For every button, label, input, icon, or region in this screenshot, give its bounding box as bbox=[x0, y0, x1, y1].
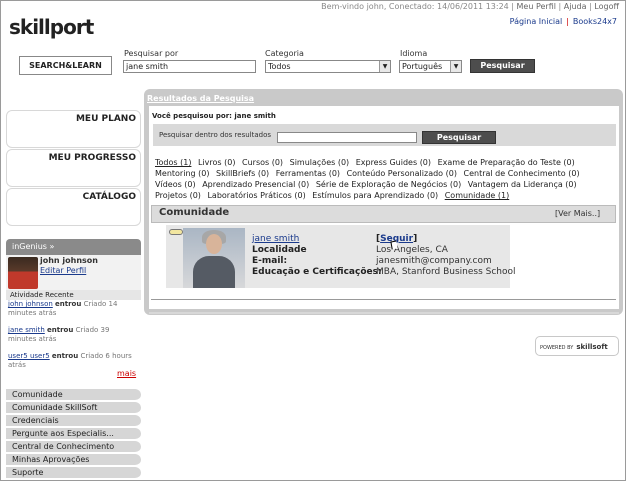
nav-comunidade[interactable]: Comunidade bbox=[6, 389, 141, 401]
filter-aprendizado: Aprendizado Presencial (0) bbox=[202, 180, 310, 189]
profile-box: john johnson Editar Perfil bbox=[6, 255, 141, 290]
divider bbox=[151, 299, 616, 300]
divider bbox=[149, 312, 619, 314]
menu-meu-progresso[interactable]: MEU PROGRESSO bbox=[6, 149, 141, 187]
category-label: Categoria bbox=[265, 49, 304, 58]
status-toggle-icon[interactable] bbox=[169, 229, 183, 235]
search-button[interactable]: Pesquisar bbox=[470, 59, 535, 73]
education-value: MBA, Stanford Business School bbox=[376, 267, 516, 277]
filter-express-guides: Express Guides (0) bbox=[355, 158, 432, 167]
filter-comunidade[interactable]: Comunidade (1) bbox=[445, 191, 510, 200]
nav-minhas-aprovacoes[interactable]: Minhas Aprovações bbox=[6, 454, 141, 466]
filter-skillbriefs: SkillBriefs (0) bbox=[216, 169, 270, 178]
link-meu-perfil[interactable]: Meu Perfil bbox=[517, 2, 556, 11]
link-logoff[interactable]: Logoff bbox=[594, 2, 619, 11]
education-label: Educação e Certificações: bbox=[252, 267, 382, 277]
search-label: Pesquisar por bbox=[124, 49, 179, 58]
search-input[interactable]: jane smith bbox=[123, 60, 256, 73]
filter-livros: Livros (0) bbox=[197, 158, 236, 167]
person-name-link[interactable]: jane smith bbox=[252, 234, 299, 244]
language-label: Idioma bbox=[400, 49, 428, 58]
mouse-cursor-icon bbox=[390, 240, 398, 250]
search-within-label: Pesquisar dentro dos resultados bbox=[159, 131, 272, 139]
filter-mentoring: Mentoring (0) bbox=[155, 169, 210, 178]
activity-user-link[interactable]: john johnson bbox=[8, 300, 53, 308]
nav-central-conhecimento[interactable]: Central de Conhecimento bbox=[6, 441, 141, 453]
searched-for-text: Você pesquisou por: jane smith bbox=[152, 112, 276, 120]
email-label: E-mail: bbox=[252, 256, 288, 266]
ingenius-header[interactable]: inGenius » bbox=[6, 239, 141, 255]
see-more-link[interactable]: [Ver Mais..] bbox=[555, 209, 600, 218]
app-window: skillport Bem-vindo john, Conectado: 14/… bbox=[0, 0, 626, 481]
nav-pergunte[interactable]: Pergunte aos Especialis... bbox=[6, 428, 141, 440]
location-value: Los Angeles, CA bbox=[376, 245, 448, 255]
top-links: Bem-vindo john, Conectado: 14/06/2011 13… bbox=[321, 2, 619, 11]
filter-cursos: Cursos (0) bbox=[242, 158, 284, 167]
nav-suporte[interactable]: Suporte bbox=[6, 467, 141, 479]
category-select[interactable]: Todos ▼ bbox=[265, 60, 391, 73]
results-title[interactable]: Resultados da Pesquisa bbox=[147, 94, 254, 103]
search-within-button[interactable]: Pesquisar bbox=[422, 131, 496, 144]
search-and-learn-logo: SEARCH&LEARN bbox=[19, 56, 112, 75]
community-title: Comunidade bbox=[159, 207, 230, 218]
filter-central: Central de Conhecimento (0) bbox=[463, 169, 580, 178]
location-label: Localidade bbox=[252, 245, 307, 255]
activity-user-link[interactable]: user5 user5 bbox=[8, 352, 50, 360]
person-photo bbox=[183, 228, 245, 288]
email-value: janesmith@company.com bbox=[376, 256, 492, 266]
activity-item: jane smith entrou Criado 39 minutes atrá… bbox=[8, 326, 110, 343]
filter-projetos: Projetos (0) bbox=[155, 191, 201, 200]
left-menu: MEU PLANO MEU PROGRESSO CATÁLOGO bbox=[6, 110, 141, 227]
filter-todos[interactable]: Todos (1) bbox=[155, 158, 191, 167]
activity-item: john johnson entrou Criado 14 minutes at… bbox=[8, 300, 118, 317]
filter-conteudo: Conteúdo Personalizado (0) bbox=[346, 169, 457, 178]
filter-estimulos: Estímulos para Aprendizado (0) bbox=[312, 191, 439, 200]
link-pagina-inicial[interactable]: Página Inicial bbox=[510, 17, 563, 26]
chevron-right-icon: » bbox=[49, 242, 55, 251]
nav-credenciais[interactable]: Credenciais bbox=[6, 415, 141, 427]
profile-name: john johnson bbox=[40, 256, 98, 265]
filter-simulacoes: Simulações (0) bbox=[289, 158, 350, 167]
sub-navigation: Página Inicial | Books24x7 bbox=[509, 17, 617, 26]
avatar bbox=[8, 257, 38, 289]
activity-user-link[interactable]: jane smith bbox=[8, 326, 45, 334]
filter-serie: Série de Exploração de Negócios (0) bbox=[315, 180, 462, 189]
language-select[interactable]: Português ▼ bbox=[399, 60, 462, 73]
powered-by-badge: POWERED BY skillsoft bbox=[535, 336, 619, 356]
activity-item: user5 user5 entrou Criado 6 hours atrás bbox=[8, 352, 132, 369]
filter-ferramentas: Ferramentas (0) bbox=[275, 169, 341, 178]
link-ajuda[interactable]: Ajuda bbox=[564, 2, 587, 11]
result-filters: Todos (1) Livros (0) Cursos (0) Simulaçõ… bbox=[155, 157, 615, 201]
filter-videos: Vídeos (0) bbox=[155, 180, 196, 189]
edit-profile-link[interactable]: Editar Perfil bbox=[40, 266, 86, 275]
menu-meu-plano[interactable]: MEU PLANO bbox=[6, 110, 141, 148]
nav-comunidade-skillsoft[interactable]: Comunidade SkillSoft bbox=[6, 402, 141, 414]
recent-activity-header: Atividade Recente bbox=[6, 290, 141, 300]
menu-catalogo[interactable]: CATÁLOGO bbox=[6, 188, 141, 226]
search-within-input[interactable] bbox=[277, 132, 417, 143]
more-activity-link[interactable]: mais bbox=[117, 369, 136, 378]
skillport-logo[interactable]: skillport bbox=[9, 15, 94, 39]
chevron-down-icon: ▼ bbox=[450, 61, 461, 72]
filter-laboratorios: Laboratórios Práticos (0) bbox=[207, 191, 306, 200]
chevron-down-icon: ▼ bbox=[379, 61, 390, 72]
filter-exame: Exame de Preparação do Teste (0) bbox=[437, 158, 575, 167]
welcome-text: Bem-vindo john, Conectado: 14/06/2011 13… bbox=[321, 2, 509, 11]
link-books24x7[interactable]: Books24x7 bbox=[573, 17, 617, 26]
filter-vantagem: Vantagem da Liderança (0) bbox=[467, 180, 577, 189]
